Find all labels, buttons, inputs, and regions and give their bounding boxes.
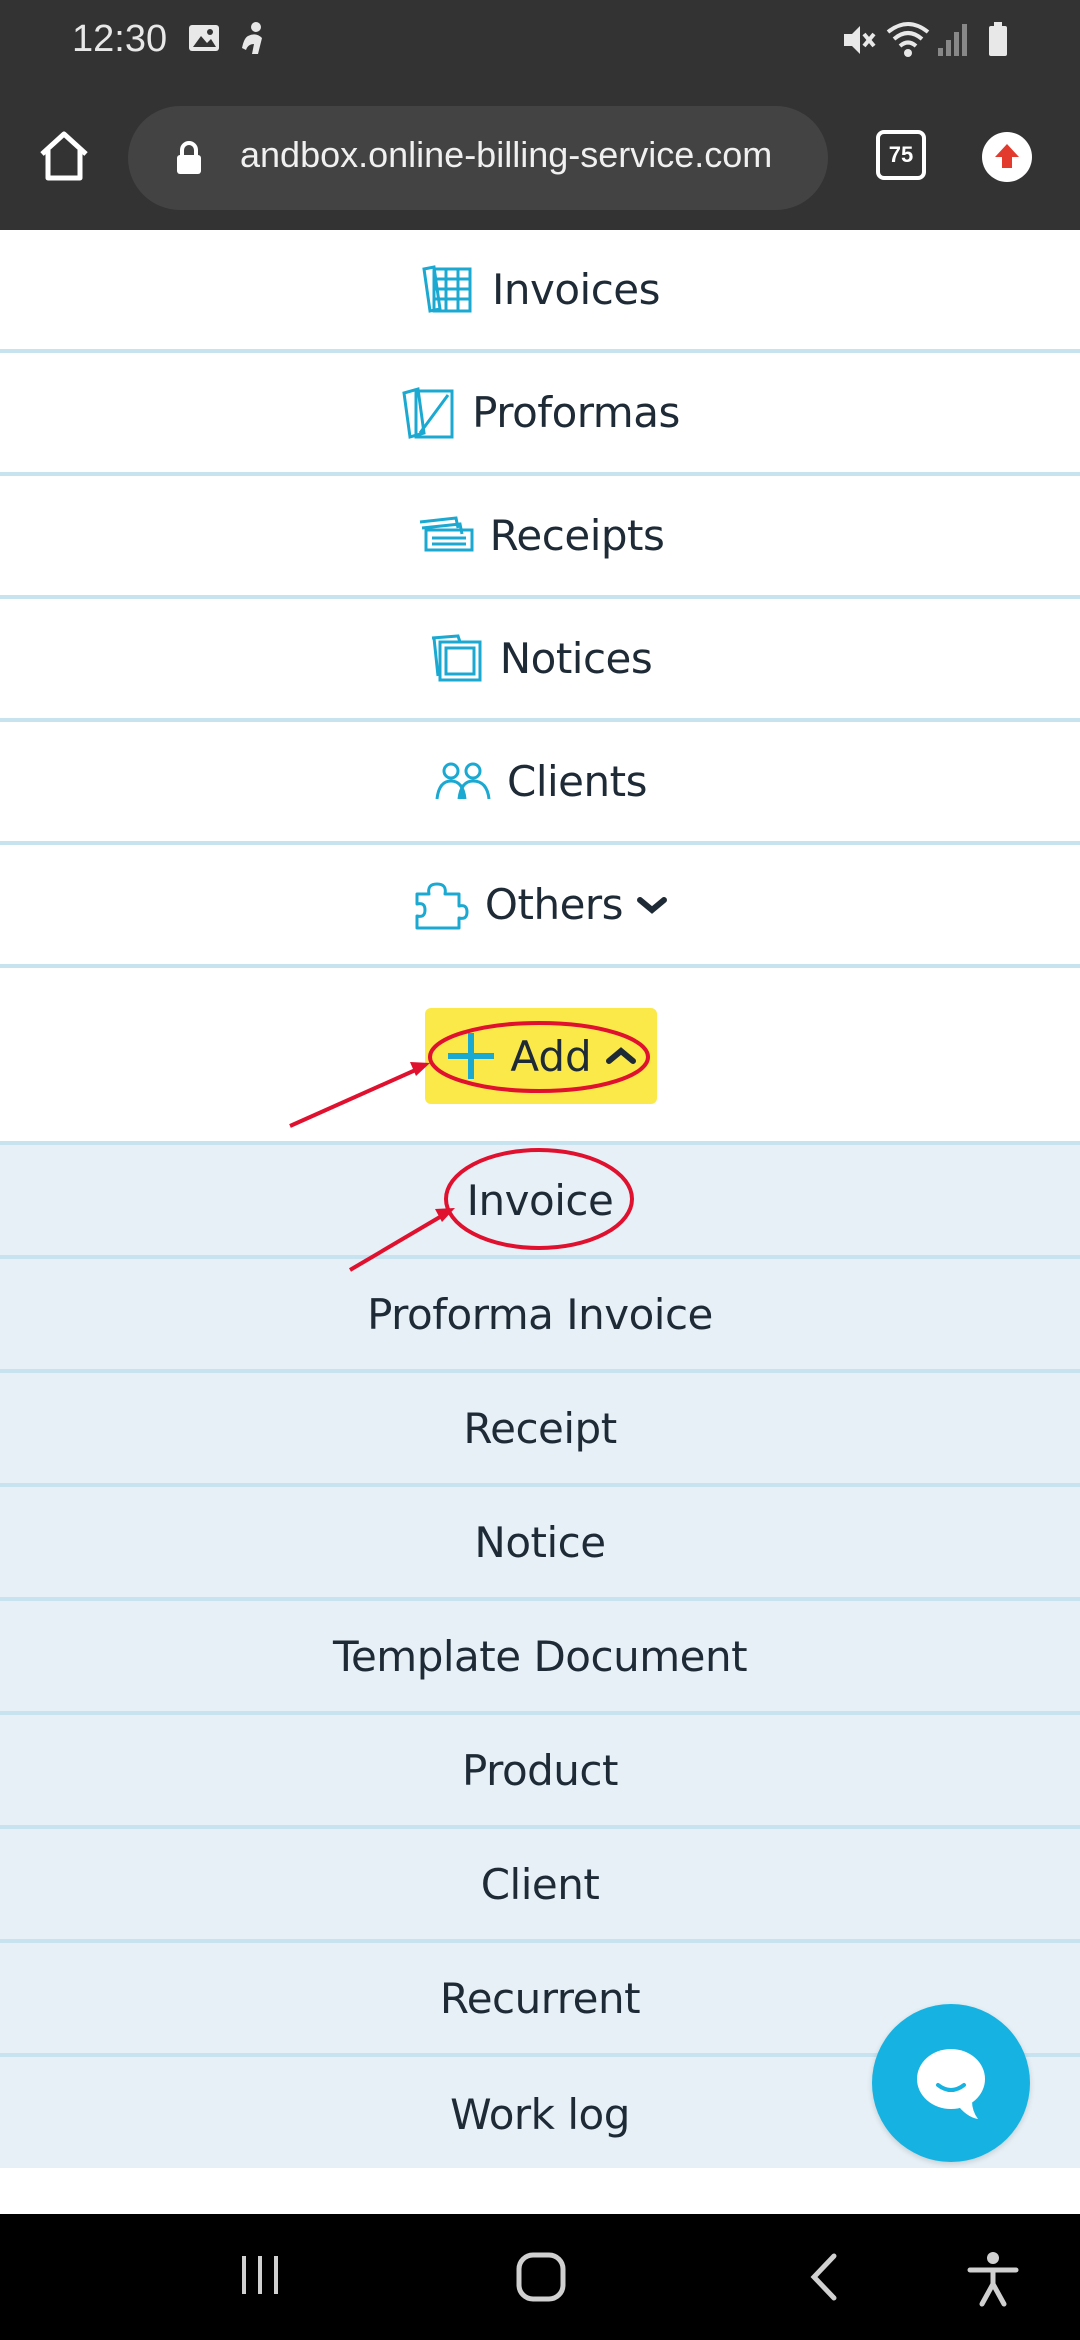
submenu-item-client[interactable]: Client: [0, 1829, 1080, 1943]
submenu-item-notice[interactable]: Notice: [0, 1487, 1080, 1601]
recent-apps-icon[interactable]: [236, 2250, 284, 2304]
menu-item-proformas[interactable]: Proformas: [0, 353, 1080, 476]
chat-button[interactable]: [872, 2004, 1030, 2162]
menu-item-others[interactable]: Others: [0, 845, 1080, 968]
status-time: 12:30: [72, 18, 168, 60]
update-arrow-icon[interactable]: [982, 132, 1032, 182]
home-icon[interactable]: [32, 124, 96, 188]
home-nav-icon[interactable]: [514, 2250, 568, 2308]
menu-item-label: Proformas: [472, 388, 680, 437]
plus-icon: [444, 1029, 498, 1083]
lock-icon: [174, 140, 204, 180]
url-bar[interactable]: andbox.online-billing-service.com: [128, 106, 828, 210]
proformas-icon: [400, 385, 458, 441]
status-bar: 12:30: [0, 0, 1080, 82]
menu-item-notices[interactable]: Notices: [0, 599, 1080, 722]
chevron-up-icon: [604, 1045, 638, 1067]
puzzle-icon: [411, 878, 471, 932]
page-footer-strip: [0, 2168, 1080, 2214]
tab-switcher-button[interactable]: 75: [876, 130, 926, 180]
menu-item-label: Receipts: [489, 511, 665, 560]
battery-icon: [986, 20, 1010, 64]
navigation-menu: Invoices Proformas Receipts Notices Clie…: [0, 230, 1080, 2171]
invoices-icon: [420, 263, 478, 317]
submenu-item-proforma-invoice[interactable]: Proforma Invoice: [0, 1259, 1080, 1373]
submenu-item-receipt[interactable]: Receipt: [0, 1373, 1080, 1487]
add-button[interactable]: Add: [425, 1008, 657, 1104]
submenu-item-template-document[interactable]: Template Document: [0, 1601, 1080, 1715]
submenu-item-product[interactable]: Product: [0, 1715, 1080, 1829]
signal-icon: [936, 20, 970, 64]
image-icon: [186, 20, 222, 60]
menu-item-label: Clients: [507, 757, 647, 806]
menu-item-label: Invoices: [491, 265, 661, 314]
accessibility-icon[interactable]: [964, 2250, 1022, 2312]
menu-item-label: Notices: [499, 634, 653, 683]
menu-item-clients[interactable]: Clients: [0, 722, 1080, 845]
mute-icon: [838, 20, 878, 64]
menu-item-invoices[interactable]: Invoices: [0, 230, 1080, 353]
accessibility-notification-icon: [238, 20, 270, 62]
menu-item-receipts[interactable]: Receipts: [0, 476, 1080, 599]
chevron-down-icon: [635, 894, 669, 916]
submenu-item-invoice[interactable]: Invoice: [0, 1145, 1080, 1259]
receipts-icon: [416, 514, 476, 558]
clients-icon: [433, 759, 493, 805]
url-text: andbox.online-billing-service.com: [240, 134, 773, 175]
chat-bubble-icon: [906, 2041, 996, 2125]
menu-item-label: Others: [484, 880, 624, 929]
wifi-icon: [886, 20, 930, 64]
browser-toolbar: andbox.online-billing-service.com 75: [0, 82, 1080, 230]
notices-icon: [428, 632, 486, 686]
add-row: Add: [0, 968, 1080, 1145]
back-icon[interactable]: [804, 2250, 844, 2308]
add-button-label: Add: [510, 1031, 592, 1081]
system-navigation-bar: [0, 2214, 1080, 2340]
